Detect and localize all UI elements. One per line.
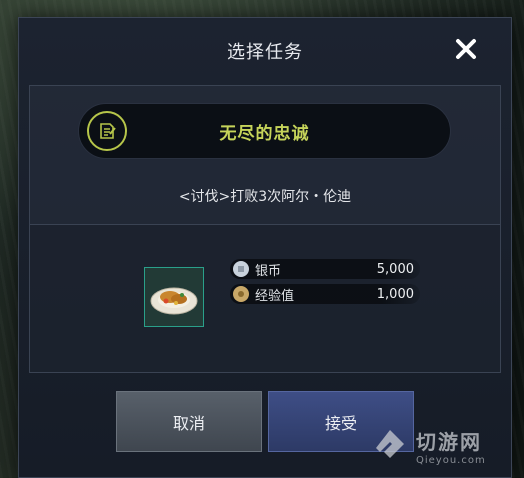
reward-value: 1,000 <box>376 286 414 302</box>
food-dish-icon <box>150 287 198 315</box>
close-icon <box>456 39 476 59</box>
quest-name: 无尽的忠诚 <box>219 123 310 144</box>
watermark-name: 切游网 <box>416 430 482 454</box>
close-button[interactable] <box>453 36 479 62</box>
site-watermark: 切游网 Qieyou.com <box>370 420 520 472</box>
reward-label: 经验值 <box>255 288 295 304</box>
cancel-button[interactable]: 取消 <box>116 391 262 452</box>
reward-label: 银币 <box>255 263 282 279</box>
select-quest-dialog: 选择任务 无尽的忠诚 <讨伐>打败3次阿尔・伦迪 银币 5,000 经验值 1,… <box>18 17 512 478</box>
watermark-logo-icon <box>376 430 404 458</box>
reward-silver-row: 银币 5,000 <box>230 259 420 279</box>
reward-item-slot[interactable] <box>144 267 204 327</box>
silver-coin-icon <box>233 261 249 277</box>
quest-entry[interactable]: 无尽的忠诚 <box>78 103 451 159</box>
quest-objective: <讨伐>打败3次阿尔・伦迪 <box>178 189 352 205</box>
exp-icon <box>233 286 249 302</box>
reward-exp-row: 经验值 1,000 <box>230 284 420 304</box>
reward-value: 5,000 <box>376 261 414 277</box>
quest-panel: 无尽的忠诚 <讨伐>打败3次阿尔・伦迪 <box>29 85 501 225</box>
watermark-url: Qieyou.com <box>416 455 486 466</box>
reward-panel: 银币 5,000 经验值 1,000 <box>29 225 501 373</box>
dialog-title: 选择任务 <box>227 42 303 63</box>
